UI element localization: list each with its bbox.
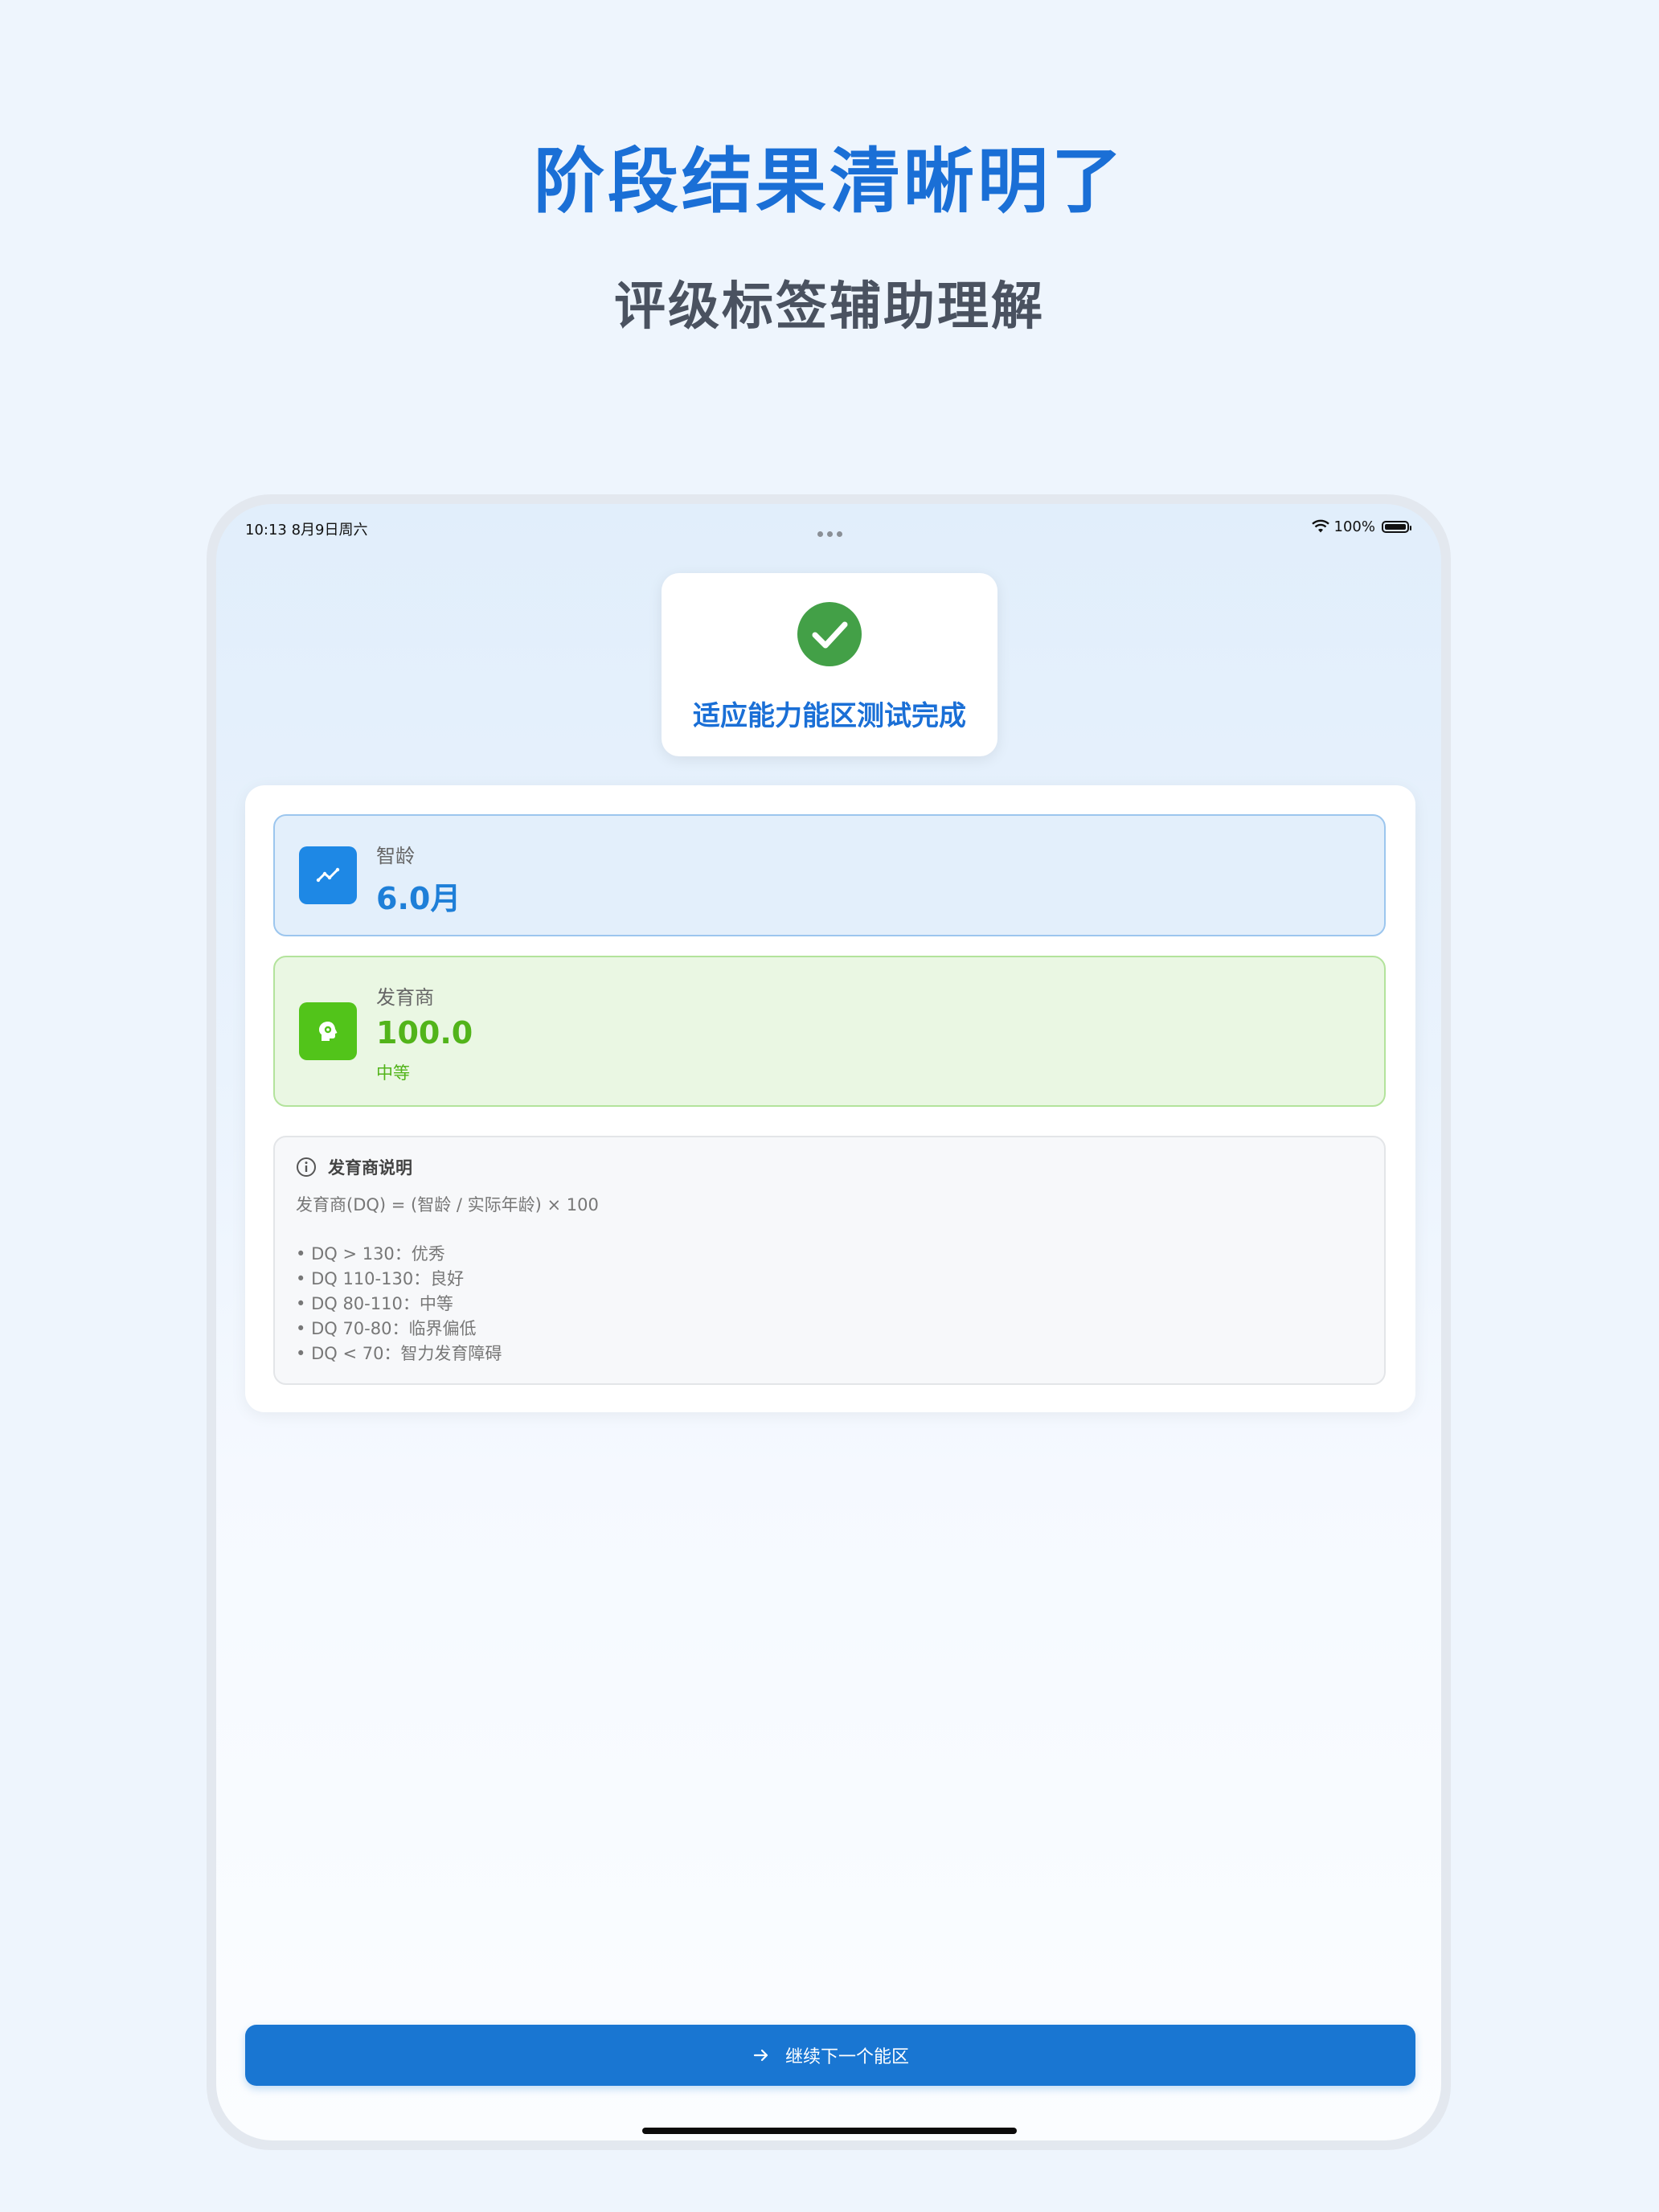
completion-title: 适应能力能区测试完成	[693, 700, 966, 732]
promo-title: 阶段结果清晰明了	[533, 140, 1125, 223]
brain-icon	[299, 1002, 357, 1060]
wifi-icon	[1311, 519, 1329, 533]
dq-formula: 发育商(DQ) = (智龄 / 实际年龄) × 100	[296, 1195, 599, 1215]
home-indicator[interactable]	[642, 2128, 1017, 2134]
battery-icon	[1382, 520, 1411, 533]
multitask-dots-icon[interactable]	[817, 525, 846, 540]
check-circle-icon	[797, 602, 862, 666]
dq-label: 发育商	[376, 986, 434, 1009]
list-item: DQ 70-80：临界偏低	[296, 1317, 502, 1342]
list-item: DQ > 130：优秀	[296, 1242, 502, 1267]
info-icon	[297, 1157, 316, 1177]
arrow-right-icon	[753, 2049, 768, 2062]
completion-card: 适应能力能区测试完成	[662, 573, 997, 756]
status-bar: 10:13 8月9日周六 100%	[216, 504, 1441, 552]
next-area-label: 继续下一个能区	[784, 2047, 909, 2067]
dq-metric: 发育商 100.0 中等	[273, 956, 1386, 1107]
mental-age-metric: 智龄 6.0月	[273, 814, 1386, 936]
dq-grade-badge: 中等	[376, 1063, 410, 1083]
dq-explanation: 发育商说明 发育商(DQ) = (智龄 / 实际年龄) × 100 DQ > 1…	[273, 1136, 1386, 1385]
dq-scale-list: DQ > 130：优秀 DQ 110-130：良好 DQ 80-110：中等 D…	[296, 1242, 502, 1366]
explanation-title: 发育商说明	[328, 1158, 412, 1178]
tablet-frame: 10:13 8月9日周六 100% 适应能力能区测试完成 智龄 6.0月 发育商…	[207, 494, 1451, 2150]
promo-subtitle: 评级标签辅助理解	[614, 277, 1045, 337]
status-time: 10:13 8月9日周六	[245, 522, 368, 539]
result-card: 智龄 6.0月 发育商 100.0 中等 发育商说明 发育商(DQ) = (智龄…	[245, 785, 1415, 1412]
trend-line-icon	[299, 846, 357, 904]
mental-age-label: 智龄	[376, 845, 415, 867]
app-screen: 10:13 8月9日周六 100% 适应能力能区测试完成 智龄 6.0月 发育商…	[216, 504, 1441, 2140]
list-item: DQ 80-110：中等	[296, 1292, 502, 1317]
list-item: DQ 110-130：良好	[296, 1267, 502, 1292]
next-area-button[interactable]: 继续下一个能区	[245, 2025, 1415, 2086]
status-indicators: 100%	[1311, 517, 1411, 536]
list-item: DQ < 70：智力发育障碍	[296, 1342, 502, 1366]
battery-percent: 100%	[1333, 518, 1375, 535]
mental-age-value: 6.0月	[376, 881, 461, 916]
dq-value: 100.0	[376, 1015, 473, 1051]
